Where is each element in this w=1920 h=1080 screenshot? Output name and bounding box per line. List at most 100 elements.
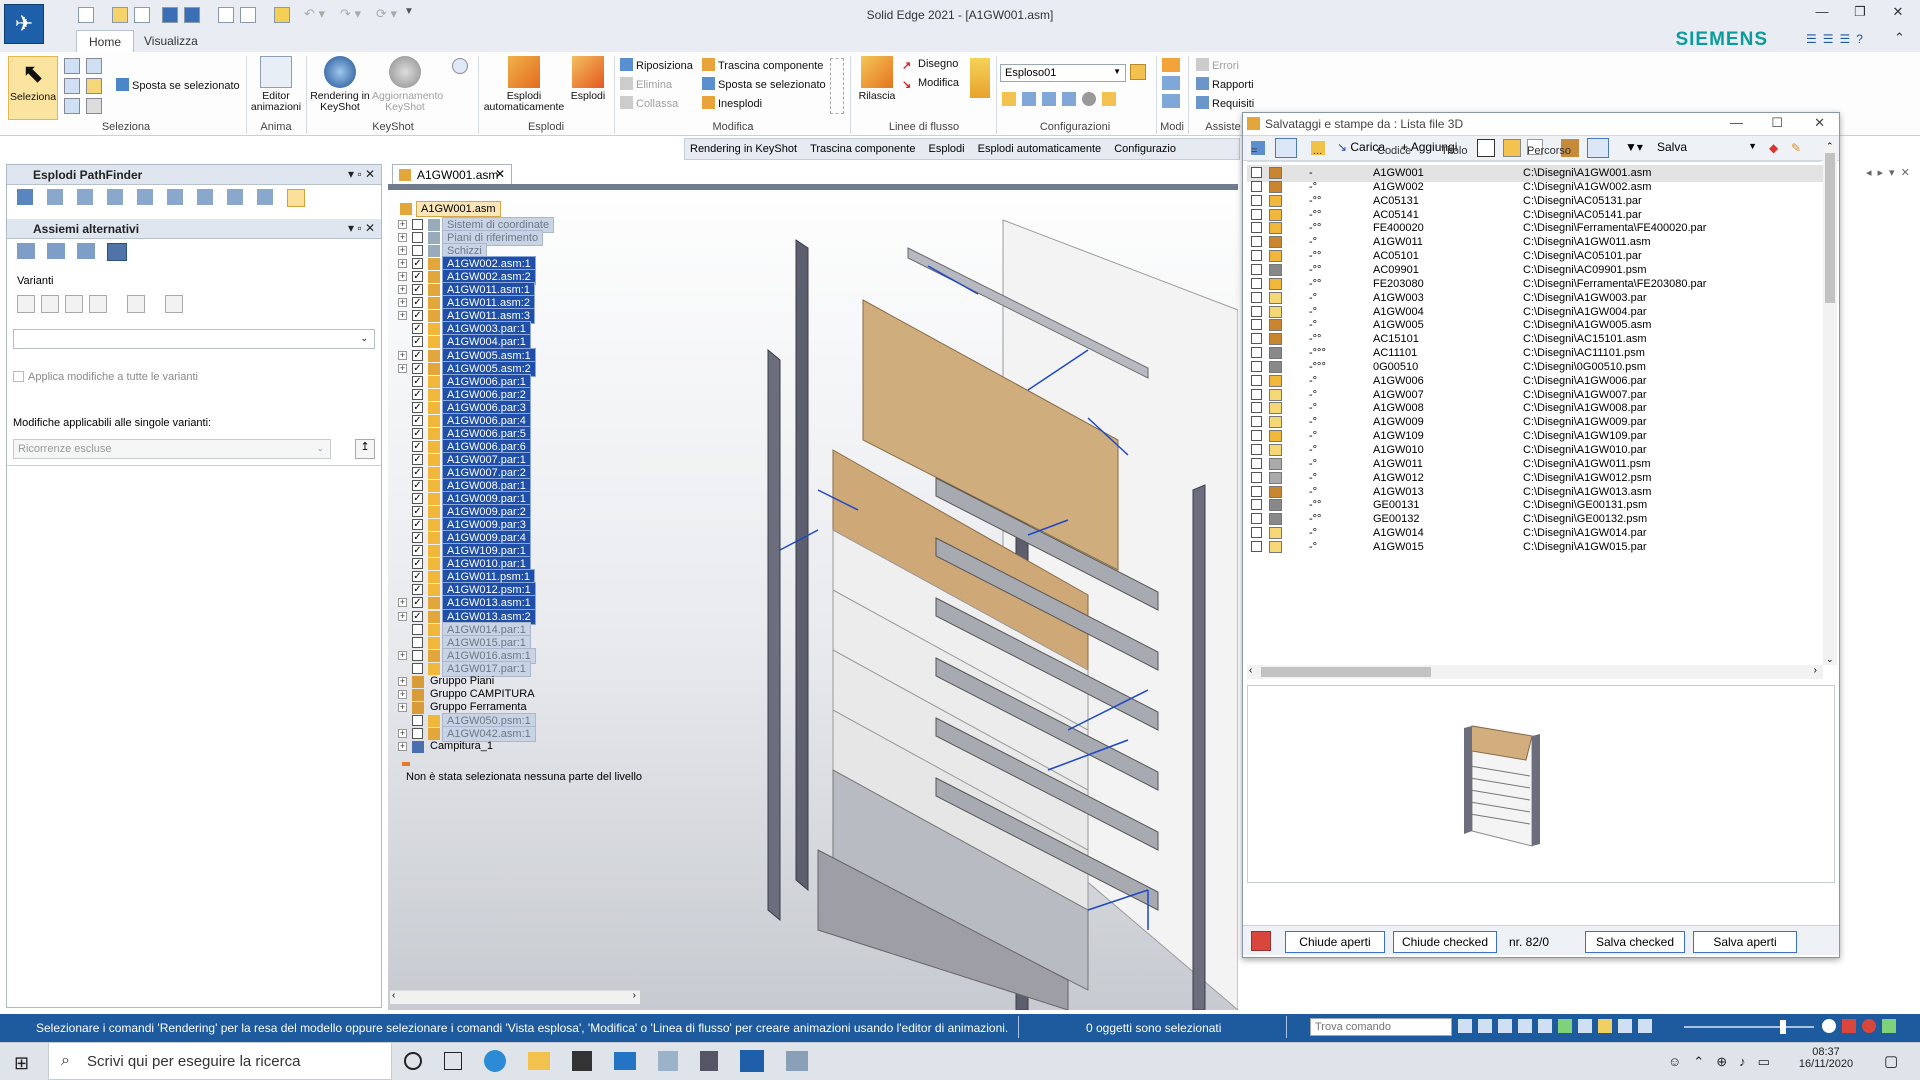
- reposition-button[interactable]: Riposiziona: [620, 58, 693, 76]
- errors-button[interactable]: Errori: [1196, 58, 1239, 76]
- zoom-slider[interactable]: [1684, 1026, 1814, 1028]
- clock[interactable]: 08:37 16/11/2020: [1790, 1046, 1862, 1070]
- visibility-checkbox[interactable]: ✓: [412, 480, 423, 491]
- people-icon[interactable]: ☺: [1668, 1054, 1681, 1070]
- expand-icon[interactable]: +: [398, 676, 407, 686]
- file-list-horizontal-scrollbar[interactable]: ‹ ›: [1247, 665, 1823, 679]
- variant-tool-icon[interactable]: [41, 295, 59, 313]
- network-icon[interactable]: ⊕: [1716, 1054, 1727, 1070]
- flowline-draw-button[interactable]: ↗ Disegno: [902, 58, 958, 76]
- visibility-checkbox[interactable]: ✓: [412, 401, 423, 413]
- config-tool-icon[interactable]: [1042, 92, 1056, 106]
- row-checkbox[interactable]: [1251, 527, 1262, 539]
- dialog-close-icon[interactable]: ✕: [1814, 115, 1825, 131]
- select-tool-icon[interactable]: [86, 58, 102, 74]
- app-icon[interactable]: [658, 1051, 678, 1071]
- row-checkbox[interactable]: [1251, 347, 1262, 359]
- row-checkbox[interactable]: [1251, 416, 1262, 428]
- visibility-checkbox[interactable]: ✓: [412, 440, 423, 452]
- close-checked-button[interactable]: Chiude checked: [1393, 931, 1497, 953]
- move-selected-button[interactable]: Sposta se selezionato: [116, 78, 240, 96]
- row-checkbox[interactable]: [1251, 319, 1262, 331]
- row-checkbox[interactable]: [1251, 263, 1262, 275]
- row-checkbox[interactable]: [1251, 457, 1262, 469]
- keyshot-update-button[interactable]: Aggiornamento KeyShot: [372, 56, 443, 113]
- visibility-checkbox[interactable]: ✓: [412, 323, 423, 335]
- keyshot-render-button[interactable]: Rendering in KeyShot: [310, 56, 370, 113]
- config-tool-icon[interactable]: [1022, 92, 1036, 106]
- expand-icon[interactable]: +: [398, 702, 407, 712]
- minimize-icon[interactable]: —: [1808, 4, 1836, 24]
- tab-scroll-icons[interactable]: ◂▸▾✕: [1866, 166, 1916, 179]
- visibility-checkbox[interactable]: [412, 649, 423, 661]
- visibility-checkbox[interactable]: [412, 662, 423, 674]
- row-checkbox[interactable]: [1251, 374, 1262, 386]
- move-selected-modify-button[interactable]: Sposta se selezionato: [702, 77, 826, 95]
- flowline-options-icon[interactable]: [970, 58, 990, 98]
- occurrences-apply-icon[interactable]: ↥: [355, 439, 375, 459]
- view-tool-icon[interactable]: [1498, 1019, 1512, 1033]
- check-all-icon[interactable]: [1477, 139, 1495, 157]
- config-save-icon[interactable]: [1130, 64, 1146, 80]
- row-checkbox[interactable]: [1251, 471, 1262, 483]
- file-list-vertical-scrollbar[interactable]: ⌃ ⌄: [1823, 141, 1837, 665]
- variant-tool-icon[interactable]: [65, 295, 83, 313]
- alt-assembly-tool-icon[interactable]: [47, 243, 65, 259]
- select-tool-icon[interactable]: [64, 78, 80, 94]
- visibility-checkbox[interactable]: ✓: [412, 584, 423, 596]
- expand-icon[interactable]: +: [398, 650, 407, 660]
- scroll-left-icon[interactable]: ‹: [1249, 665, 1252, 676]
- visibility-checkbox[interactable]: [412, 219, 423, 230]
- pathfinder-tool-icon[interactable]: [257, 189, 273, 205]
- row-checkbox[interactable]: [1251, 194, 1262, 206]
- drag-component-button[interactable]: Trascina componente: [702, 58, 823, 76]
- collapse-button[interactable]: Collassa: [620, 96, 678, 114]
- config-tool-icon[interactable]: [1102, 92, 1116, 106]
- dialog-footer-icon[interactable]: [1251, 931, 1271, 951]
- pathfinder-tool-icon[interactable]: [77, 189, 93, 205]
- task-view-icon[interactable]: [444, 1052, 462, 1070]
- store-icon[interactable]: [572, 1051, 592, 1071]
- expand-icon[interactable]: +: [398, 233, 407, 243]
- variant-tool-icon[interactable]: [127, 295, 145, 313]
- pathfinder-tool-icon[interactable]: [167, 189, 183, 205]
- row-checkbox[interactable]: [1251, 540, 1262, 552]
- visibility-checkbox[interactable]: [412, 714, 423, 726]
- row-checkbox[interactable]: [1251, 360, 1262, 372]
- cmd-configurations[interactable]: Configurazio: [1109, 139, 1181, 155]
- tray-expand-icon[interactable]: ⌃: [1693, 1054, 1704, 1070]
- visibility-checkbox[interactable]: ✓: [412, 558, 423, 570]
- select-tool-icon[interactable]: [86, 98, 102, 114]
- visibility-checkbox[interactable]: ✓: [412, 414, 423, 426]
- new-file-icon[interactable]: [78, 7, 94, 23]
- open-folder-icon[interactable]: [112, 7, 128, 23]
- save-open-button[interactable]: Salva aperti: [1693, 931, 1797, 953]
- row-checkbox[interactable]: [1251, 222, 1262, 234]
- pathfinder-tool-icon[interactable]: [197, 189, 213, 205]
- file-explorer-icon[interactable]: [528, 1052, 550, 1070]
- close-window-icon[interactable]: ✕: [1884, 4, 1912, 24]
- visibility-checkbox[interactable]: ✓: [412, 493, 423, 505]
- row-checkbox[interactable]: [1251, 499, 1262, 511]
- undo-icon[interactable]: ↶ ▾: [304, 6, 325, 22]
- expand-icon[interactable]: +: [398, 350, 407, 360]
- row-checkbox[interactable]: [1251, 333, 1262, 345]
- pathfinder-tool-icon[interactable]: [107, 189, 123, 205]
- volume-icon[interactable]: ♪: [1739, 1054, 1746, 1070]
- expand-icon[interactable]: +: [398, 311, 407, 321]
- modify-options-icon[interactable]: [830, 58, 844, 114]
- row-checkbox[interactable]: [1251, 167, 1262, 178]
- repeat-icon[interactable]: ⟳ ▾: [376, 6, 397, 22]
- view-tool-icon[interactable]: [1458, 1019, 1472, 1033]
- visibility-checkbox[interactable]: ✓: [412, 519, 423, 531]
- dialog-tool-icon[interactable]: ◆: [1769, 141, 1778, 155]
- stop-icon[interactable]: [1862, 1019, 1876, 1033]
- expand-icon[interactable]: +: [398, 611, 407, 621]
- dialog-tool-icon[interactable]: [1503, 139, 1521, 157]
- taskbar-search[interactable]: ⌕ Scrivi qui per eseguire la ricerca: [48, 1042, 392, 1080]
- visibility-checkbox[interactable]: ✓: [412, 545, 423, 557]
- visibility-checkbox[interactable]: [412, 245, 423, 257]
- library-icon[interactable]: [240, 7, 256, 23]
- visibility-checkbox[interactable]: ✓: [412, 297, 423, 309]
- record-icon[interactable]: [1842, 1019, 1856, 1033]
